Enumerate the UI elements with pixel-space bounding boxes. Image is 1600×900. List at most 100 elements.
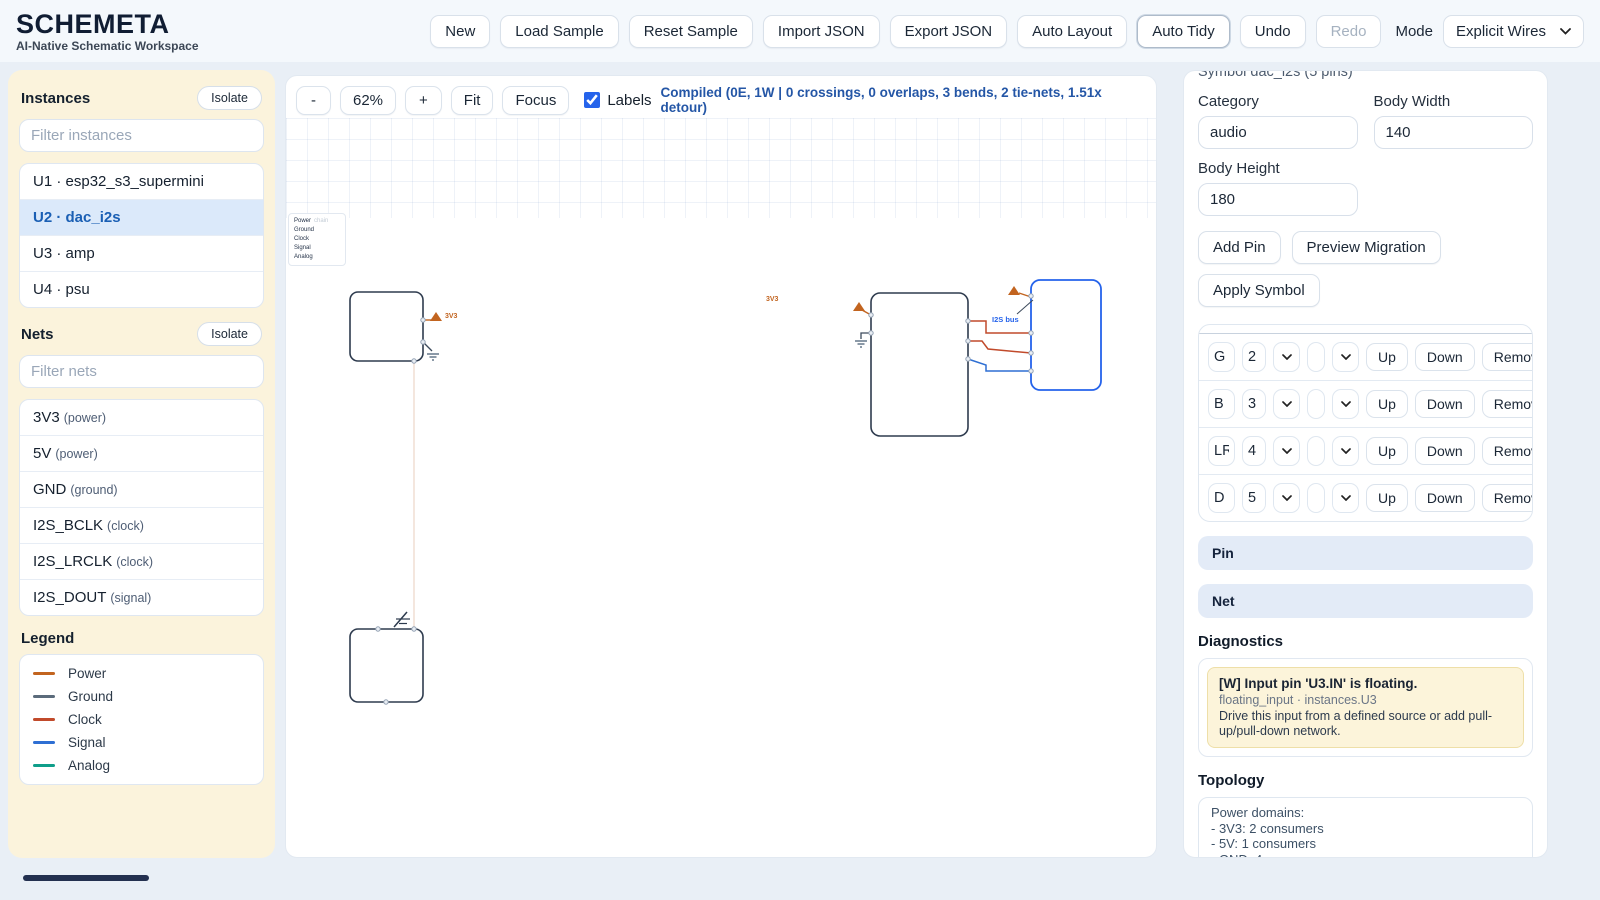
pin-dot[interactable] [421,318,425,322]
pin-down-button[interactable]: Down [1415,484,1475,512]
pin-up-button[interactable]: Up [1366,390,1408,418]
focus-button[interactable]: Focus [502,86,569,115]
component-u1[interactable] [871,293,968,436]
pin-number-input[interactable] [1242,342,1266,372]
pin-dot[interactable] [384,700,388,704]
mode-select[interactable]: Explicit Wires [1443,15,1584,48]
add-pin-button[interactable]: Add Pin [1198,231,1281,264]
instance-item-u1[interactable]: U1 · esp32_s3_supermini [20,164,263,199]
new-button[interactable]: New [430,15,490,48]
pin-type-select[interactable] [1332,483,1359,513]
export-json-button[interactable]: Export JSON [890,15,1008,48]
pin-section-bar[interactable]: Pin [1198,536,1533,570]
pin-name-input[interactable] [1208,389,1235,419]
nets-isolate-button[interactable]: Isolate [197,322,262,346]
nets-filter-input[interactable] [19,355,264,388]
auto-tidy-button[interactable]: Auto Tidy [1137,15,1230,48]
net-item-i2s-lrclk[interactable]: I2S_LRCLK(clock) [20,543,263,579]
net-item-i2s-bclk[interactable]: I2S_BCLK(clock) [20,507,263,543]
pin-dot[interactable] [376,627,380,631]
preview-migration-button[interactable]: Preview Migration [1292,231,1441,264]
instances-isolate-button[interactable]: Isolate [197,86,262,110]
pin-down-button[interactable]: Down [1415,390,1475,418]
pin-dot[interactable] [412,359,416,363]
chevron-down-icon [1341,401,1351,407]
instance-item-u4[interactable]: U4 · psu [20,271,263,307]
zoom-level-button[interactable]: 62% [340,86,396,115]
pin-dot[interactable] [869,313,873,317]
pin-net-input[interactable] [1307,389,1325,419]
pin-side-select[interactable] [1273,483,1300,513]
component-u4[interactable] [350,629,423,702]
pin-side-select[interactable] [1273,342,1300,372]
pin-up-button[interactable]: Up [1366,343,1408,371]
undo-button[interactable]: Undo [1240,15,1306,48]
pin-down-button[interactable]: Down [1415,437,1475,465]
body-height-input[interactable] [1198,183,1358,216]
pin-name-input[interactable] [1208,436,1235,466]
pin-remove-button[interactable]: Remove [1482,390,1533,418]
pin-dot[interactable] [1029,294,1033,298]
pin-row-3: Up Down Remove [1199,427,1532,474]
net-item-gnd[interactable]: GND(ground) [20,471,263,507]
pin-name-input[interactable] [1208,483,1235,513]
component-u3[interactable] [350,292,423,361]
pin-dot[interactable] [421,340,425,344]
app-subtitle: AI-Native Schematic Workspace [16,39,199,53]
body-height-label: Body Height [1198,160,1358,177]
pin-dot[interactable] [1029,351,1033,355]
pin-net-input[interactable] [1307,342,1325,372]
pin-dot[interactable] [1029,331,1033,335]
pin-number-input[interactable] [1242,436,1266,466]
pin-up-button[interactable]: Up [1366,437,1408,465]
net-item-i2s-dout[interactable]: I2S_DOUT(signal) [20,579,263,615]
mode-label: Mode [1395,23,1433,40]
topology-box: Power domains: - 3V3: 2 consumers - 5V: … [1198,797,1533,858]
schematic-canvas[interactable]: 3V3 3V3 I2S b [286,118,1157,858]
fit-button[interactable]: Fit [451,86,494,115]
pin-type-select[interactable] [1332,436,1359,466]
component-u2-selected[interactable] [1031,280,1101,390]
pin-remove-button[interactable]: Remove [1482,343,1533,371]
pin-remove-button[interactable]: Remove [1482,437,1533,465]
pin-dot[interactable] [1029,369,1033,373]
zoom-in-button[interactable]: + [405,86,442,115]
legend-card: Power Ground Clock Signal Analog [19,654,264,785]
auto-layout-button[interactable]: Auto Layout [1017,15,1127,48]
import-json-button[interactable]: Import JSON [763,15,880,48]
labels-checkbox[interactable] [584,92,600,108]
pin-dot[interactable] [966,339,970,343]
canvas-panel: - 62% + Fit Focus Labels Compiled (0E, 1… [285,75,1157,858]
diagnostic-warning-card[interactable]: [W] Input pin 'U3.IN' is floating. float… [1207,667,1524,748]
pin-dot[interactable] [966,319,970,323]
pin-down-button[interactable]: Down [1415,343,1475,371]
body-width-input[interactable] [1374,116,1534,149]
pin-number-input[interactable] [1242,389,1266,419]
zoom-out-button[interactable]: - [296,86,331,115]
pin-number-input[interactable] [1242,483,1266,513]
instance-item-u2[interactable]: U2 · dac_i2s [20,199,263,235]
analog-color-swatch [33,764,55,767]
instance-item-u3[interactable]: U3 · amp [20,235,263,271]
pin-dot[interactable] [966,357,970,361]
pin-net-input[interactable] [1307,483,1325,513]
pin-type-select[interactable] [1332,342,1359,372]
reset-sample-button[interactable]: Reset Sample [629,15,753,48]
pin-side-select[interactable] [1273,436,1300,466]
load-sample-button[interactable]: Load Sample [500,15,618,48]
pin-dot[interactable] [412,627,416,631]
instances-filter-input[interactable] [19,119,264,152]
pin-side-select[interactable] [1273,389,1300,419]
net-item-5v[interactable]: 5V(power) [20,435,263,471]
category-input[interactable] [1198,116,1358,149]
pin-dot[interactable] [869,331,873,335]
pin-net-input[interactable] [1307,436,1325,466]
pin-name-input[interactable] [1208,342,1235,372]
labels-toggle[interactable]: Labels [584,92,651,109]
pin-remove-button[interactable]: Remove [1482,484,1533,512]
apply-symbol-button[interactable]: Apply Symbol [1198,274,1320,307]
net-item-3v3[interactable]: 3V3(power) [20,400,263,435]
pin-up-button[interactable]: Up [1366,484,1408,512]
net-section-bar[interactable]: Net [1198,584,1533,618]
pin-type-select[interactable] [1332,389,1359,419]
